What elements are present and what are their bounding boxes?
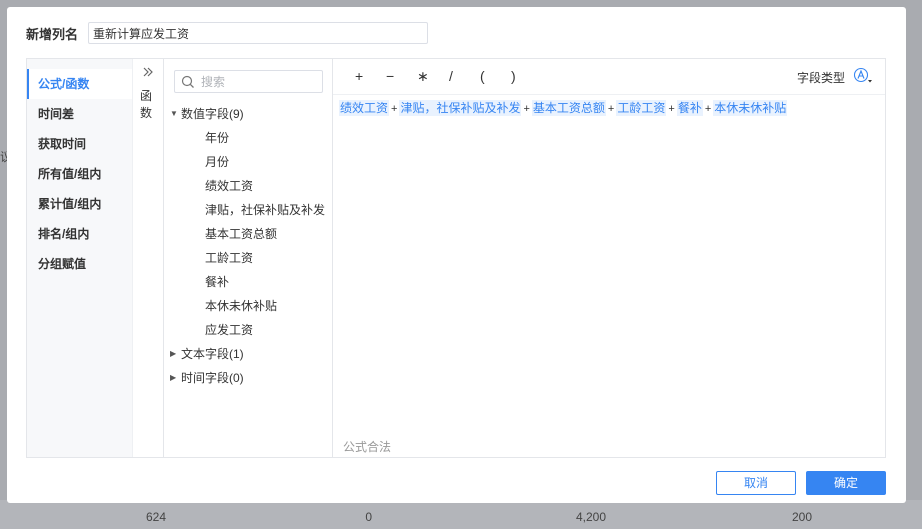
left-paren-button[interactable]: (: [480, 68, 485, 84]
formula-plus-operator: +: [704, 103, 712, 115]
background-cell: 4,200: [575, 510, 606, 524]
cancel-button[interactable]: 取消: [716, 471, 796, 495]
background-cell: 200: [791, 510, 812, 524]
tree-group-numeric[interactable]: ▼ 数值字段(9): [165, 102, 333, 126]
field-item[interactable]: 绩效工资: [165, 174, 333, 198]
plus-operator-button[interactable]: +: [355, 68, 363, 84]
tree-group-text[interactable]: ▶ 文本字段(1): [165, 342, 333, 366]
background-cell: 0: [365, 510, 372, 524]
background-stub-text: 议: [0, 150, 13, 164]
column-name-label: 新增列名: [26, 26, 79, 42]
ok-button[interactable]: 确定: [806, 471, 886, 495]
tree-group-label: 时间字段(0): [181, 371, 244, 385]
minus-operator-button[interactable]: −: [386, 68, 394, 84]
formula-field-token[interactable]: 津贴，社保补贴及补发: [399, 100, 522, 116]
add-column-dialog: 新增列名 公式/函数 时间差 获取时间 所有值/组内 累计值/组内 排名/组内 …: [7, 7, 906, 503]
formula-expression[interactable]: 绩效工资 + 津贴，社保补贴及补发 + 基本工资总额 + 工龄工资 + 餐补 + 本休未休补贴: [339, 99, 788, 118]
column-name-input[interactable]: [88, 22, 429, 44]
functions-panel[interactable]: 函数: [133, 59, 164, 457]
field-item[interactable]: 基本工资总额: [165, 222, 333, 246]
circled-a-dropdown-icon[interactable]: [853, 67, 875, 85]
field-item[interactable]: 餐补: [165, 270, 333, 294]
field-item[interactable]: 年份: [165, 126, 333, 150]
formula-editor[interactable]: + − ∗ / ( ) 字段类型 绩效工资 + 津贴，社保补贴及补发 + 基本工资总额 +…: [333, 59, 885, 457]
category-get-time[interactable]: 获取时间: [27, 129, 132, 159]
right-paren-button[interactable]: ): [511, 68, 516, 84]
search-icon: [181, 75, 194, 88]
category-time-difference[interactable]: 时间差: [27, 99, 132, 129]
category-cumulative-in-group[interactable]: 累计值/组内: [27, 189, 132, 219]
formula-field-token[interactable]: 餐补: [676, 100, 703, 116]
tree-group-label: 数值字段(9): [181, 107, 244, 121]
tree-group-label: 文本字段(1): [181, 347, 244, 361]
operator-toolbar: + − ∗ / ( ) 字段类型: [333, 59, 885, 95]
field-item[interactable]: 月份: [165, 150, 333, 174]
column-name-row: 新增列名: [26, 22, 429, 44]
caret-right-icon: ▶: [170, 373, 177, 382]
formula-status-text: 公式合法: [343, 440, 392, 454]
divide-operator-button[interactable]: /: [449, 68, 453, 84]
formula-plus-operator: +: [391, 103, 398, 115]
formula-editor-panel: 公式/函数 时间差 获取时间 所有值/组内 累计值/组内 排名/组内 分组赋值 …: [26, 58, 886, 458]
field-tree: ▼ 数值字段(9) 年份 月份 绩效工资 津贴，社保补贴及补发 基本工资总额 工龄…: [165, 102, 333, 390]
category-group-assign[interactable]: 分组赋值: [27, 249, 132, 279]
category-rank-in-group[interactable]: 排名/组内: [27, 219, 132, 249]
caret-right-icon: ▶: [170, 349, 177, 358]
field-search-input[interactable]: 搜索: [174, 70, 323, 93]
formula-plus-operator: +: [668, 103, 675, 115]
category-sidebar: 公式/函数 时间差 获取时间 所有值/组内 累计值/组内 排名/组内 分组赋值: [27, 59, 133, 457]
formula-plus-operator: +: [607, 103, 615, 115]
background-cell: 624: [145, 510, 166, 524]
functions-label: 函数: [140, 89, 153, 120]
tree-group-time[interactable]: ▶ 时间字段(0): [165, 366, 333, 390]
category-formula-function[interactable]: 公式/函数: [27, 69, 132, 99]
search-placeholder: 搜索: [201, 75, 226, 89]
category-all-values-in-group[interactable]: 所有值/组内: [27, 159, 132, 189]
double-chevron-right-icon[interactable]: [142, 66, 154, 80]
field-item[interactable]: 本休未休补贴: [165, 294, 333, 318]
formula-field-token[interactable]: 基本工资总额: [531, 100, 606, 116]
formula-field-token[interactable]: 工龄工资: [616, 100, 667, 116]
formula-field-token[interactable]: 本休未休补贴: [713, 100, 788, 116]
field-item[interactable]: 津贴，社保补贴及补发: [165, 198, 333, 222]
caret-down-icon: ▼: [170, 109, 178, 118]
field-type-label: 字段类型: [796, 71, 845, 85]
formula-field-token[interactable]: 绩效工资: [339, 100, 390, 116]
field-list-panel: 搜索 ▼ 数值字段(9) 年份 月份 绩效工资 津贴，社保补贴及补发 基本工资总额…: [165, 59, 333, 457]
field-item[interactable]: 工龄工资: [165, 246, 333, 270]
field-item[interactable]: 应发工资: [165, 318, 333, 342]
formula-plus-operator: +: [523, 103, 530, 115]
multiply-operator-button[interactable]: ∗: [417, 68, 429, 84]
